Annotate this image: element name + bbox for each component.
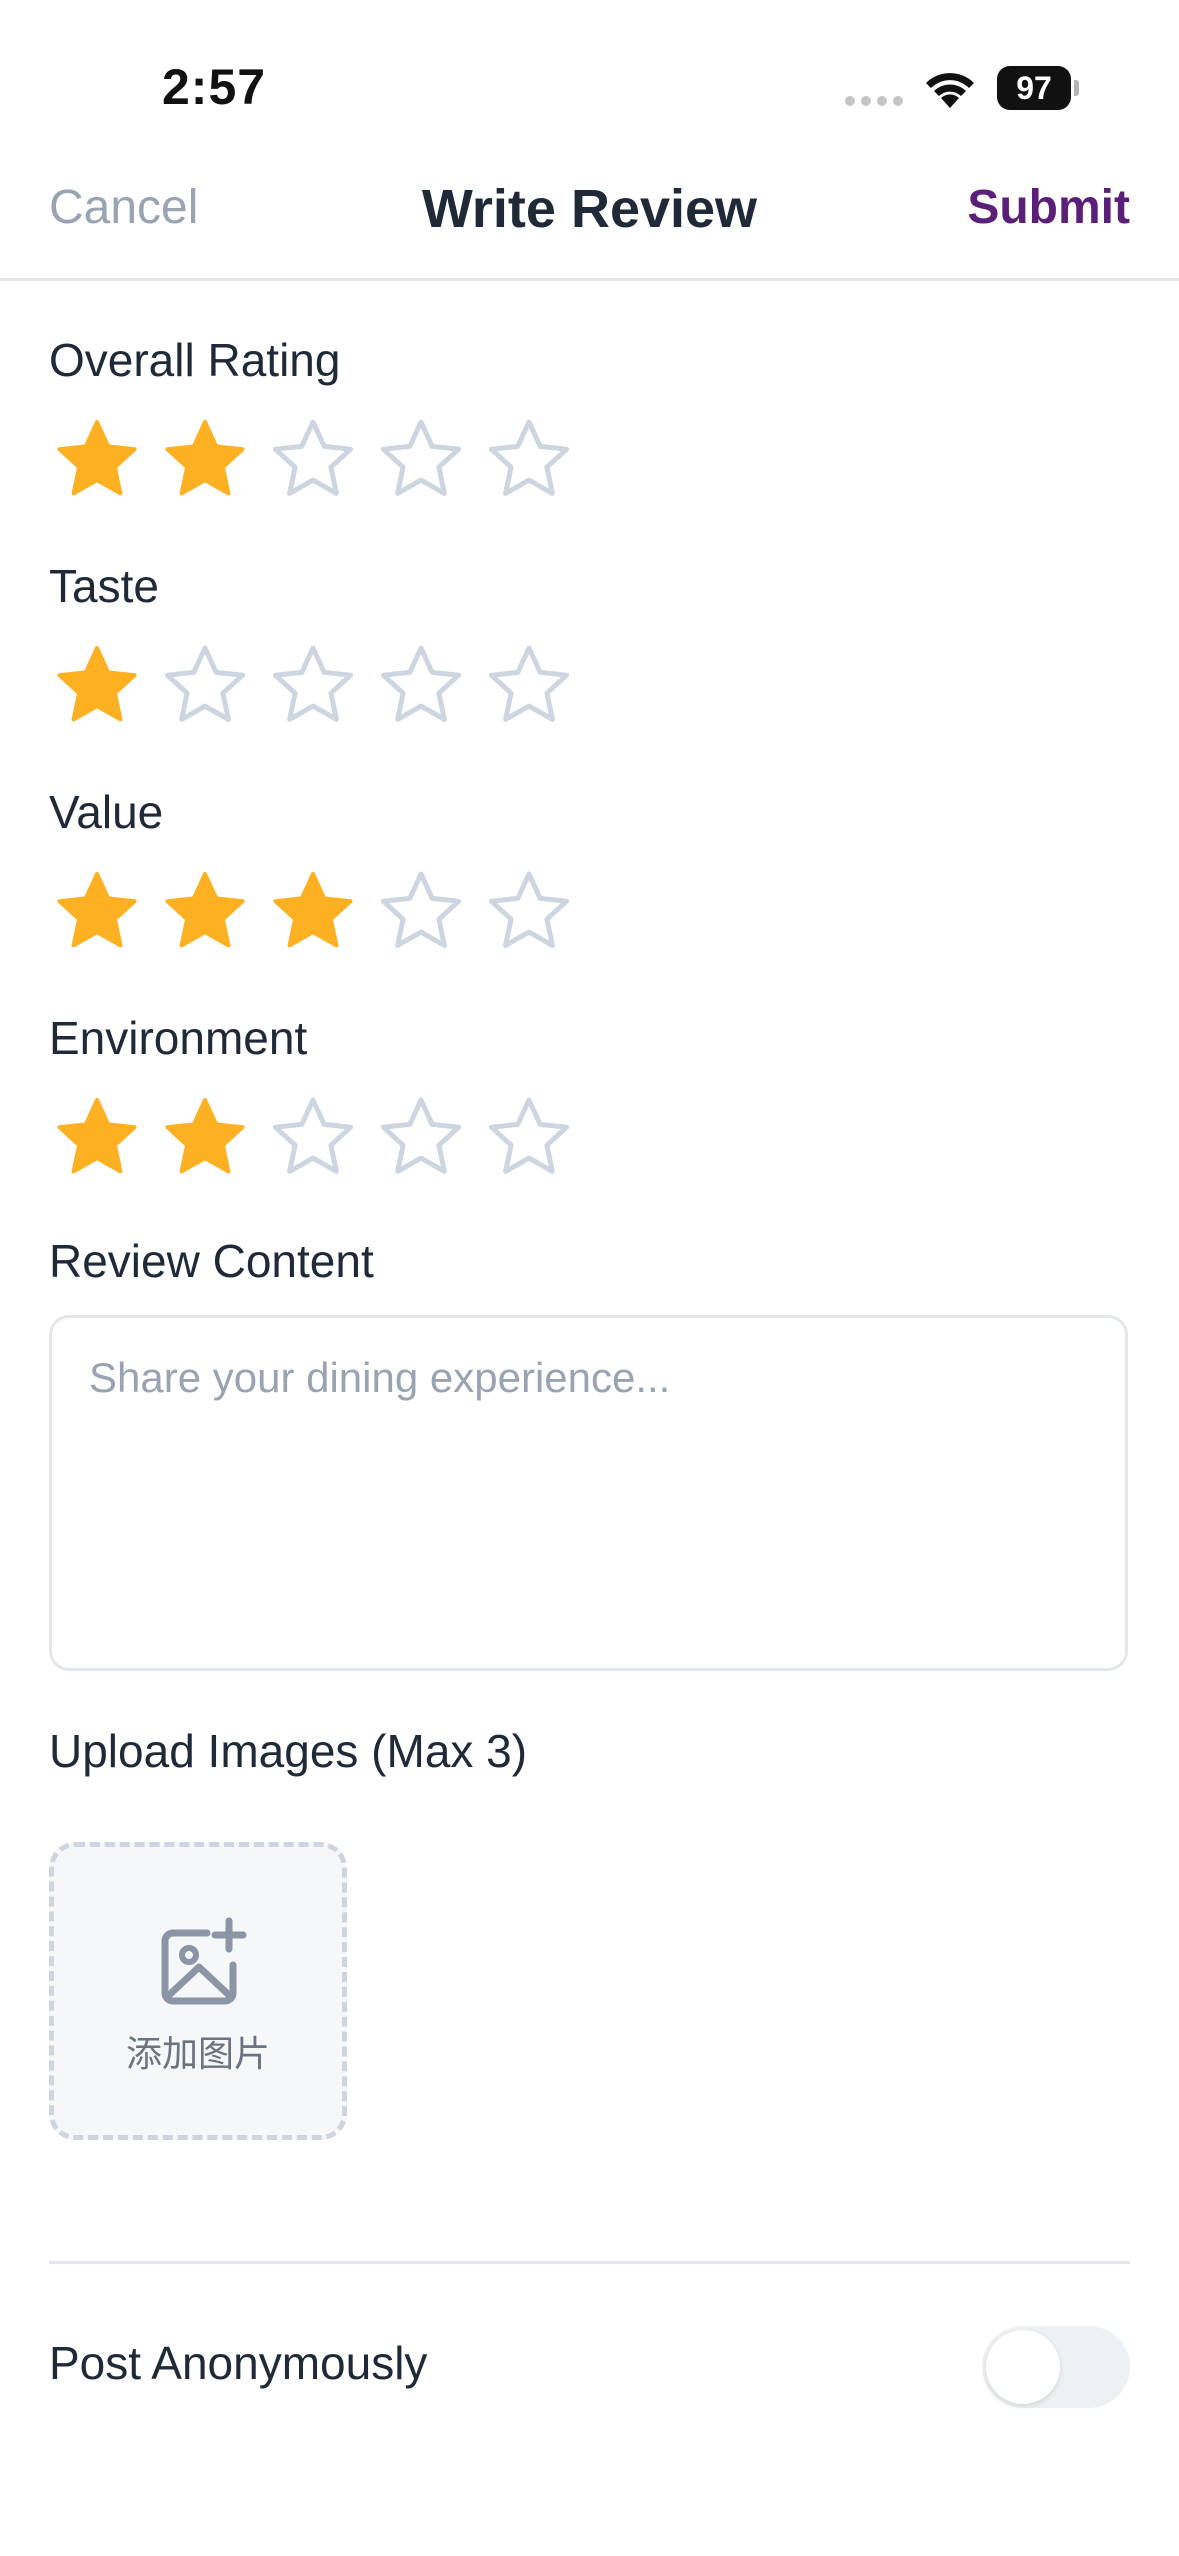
review-content-label: Review Content (49, 1235, 374, 1287)
star-filled-icon[interactable] (265, 866, 361, 962)
star-filled-icon[interactable] (49, 640, 145, 736)
rating-overall: Overall Rating (49, 330, 589, 510)
star-empty-icon[interactable] (265, 414, 361, 510)
star-empty-icon[interactable] (481, 640, 577, 736)
star-filled-icon[interactable] (49, 414, 145, 510)
nav-bar: Cancel Write Review Submit (0, 150, 1179, 281)
star-rating (49, 640, 589, 736)
post-anonymously-label: Post Anonymously (49, 2337, 428, 2389)
rating-label: Value (49, 786, 164, 838)
star-empty-icon[interactable] (481, 866, 577, 962)
star-empty-icon[interactable] (265, 1092, 361, 1188)
rating-label: Environment (49, 1012, 308, 1064)
status-time: 2:57 (162, 59, 267, 115)
star-empty-icon[interactable] (373, 1092, 469, 1188)
review-content-input[interactable] (52, 1318, 1125, 1668)
wifi-icon (926, 73, 974, 108)
star-filled-icon[interactable] (49, 866, 145, 962)
add-image-label: 添加图片 (125, 2033, 270, 2074)
rating-value: Value (49, 782, 589, 962)
star-empty-icon[interactable] (157, 640, 253, 736)
divider (49, 2261, 1130, 2264)
cellular-signal-icon (845, 96, 903, 106)
image-add-icon (161, 1917, 247, 2005)
toggle-knob (986, 2330, 1060, 2404)
star-empty-icon[interactable] (265, 640, 361, 736)
star-empty-icon[interactable] (373, 866, 469, 962)
review-content-field (49, 1315, 1128, 1671)
rating-environment: Environment (49, 1008, 589, 1188)
rating-label: Overall Rating (49, 334, 341, 386)
star-rating (49, 1092, 589, 1188)
submit-button[interactable]: Submit (967, 180, 1130, 235)
status-bar: 2:57 97 (0, 0, 1179, 150)
star-empty-icon[interactable] (373, 414, 469, 510)
star-filled-icon[interactable] (157, 1092, 253, 1188)
battery-icon: 97 (997, 66, 1079, 110)
star-empty-icon[interactable] (481, 414, 577, 510)
add-image-button[interactable]: 添加图片 (49, 1842, 347, 2140)
star-filled-icon[interactable] (157, 866, 253, 962)
upload-images-label: Upload Images (Max 3) (49, 1725, 528, 1777)
star-empty-icon[interactable] (373, 640, 469, 736)
star-empty-icon[interactable] (481, 1092, 577, 1188)
post-anonymously-toggle[interactable] (982, 2326, 1130, 2408)
battery-level: 97 (997, 66, 1071, 110)
star-rating (49, 866, 589, 962)
rating-label: Taste (49, 560, 159, 612)
star-rating (49, 414, 589, 510)
rating-taste: Taste (49, 556, 589, 736)
star-filled-icon[interactable] (157, 414, 253, 510)
write-review-screen: 2:57 97 Cancel Write Review Submit Overa… (0, 0, 1179, 2556)
star-filled-icon[interactable] (49, 1092, 145, 1188)
